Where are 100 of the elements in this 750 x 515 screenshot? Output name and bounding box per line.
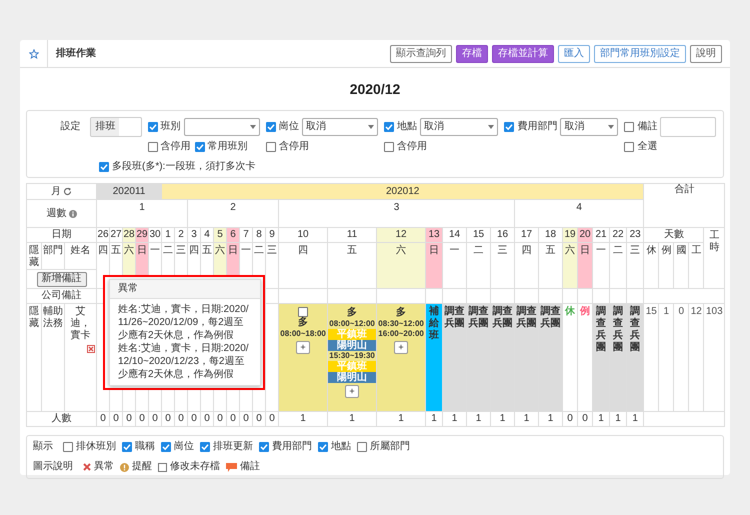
checkbox-label: 職稱 — [135, 441, 155, 453]
count-cell: 1 — [426, 412, 443, 426]
weekday-cell: 五 — [328, 242, 377, 288]
toolbar-button[interactable]: 顯示查詢列 — [390, 44, 452, 62]
weekday-cell: 三 — [490, 242, 515, 288]
checkbox-label: 班別 — [160, 121, 181, 133]
count-cell: 0 — [122, 412, 136, 426]
shift-time: 16:00~20:00 — [378, 329, 424, 339]
weekday-cell: 四 — [514, 242, 539, 288]
column-header: 例 — [658, 242, 674, 288]
weekday-cell: 六 — [562, 242, 578, 288]
weekday-cell: 日 — [578, 242, 593, 288]
count-cell: 1 — [610, 412, 627, 426]
header-label: 月 — [51, 186, 61, 198]
count-cell: 0 — [200, 412, 214, 426]
shift-label: 多 — [396, 307, 406, 319]
weekday-cell: 三 — [266, 242, 279, 288]
count-cell: 0 — [188, 412, 201, 426]
checkbox-label: 地點 — [397, 121, 418, 133]
checkbox-label: 備註 — [637, 121, 658, 133]
date-cell: 10 — [278, 228, 328, 242]
select-field[interactable]: 取消 — [420, 118, 498, 136]
checkbox-label: 所屬部門 — [370, 441, 410, 453]
column-header: 休 — [644, 242, 659, 288]
count-cell: 1 — [466, 412, 491, 426]
total-cell: 103 — [704, 304, 725, 412]
weekday-cell: 一 — [442, 242, 467, 288]
shift-cell: 補給班 — [426, 304, 443, 412]
employee-name: 艾迪，實卡 — [70, 306, 92, 342]
count-cell: 1 — [626, 412, 644, 426]
legend-item-label: 修改未存檔 — [170, 461, 220, 473]
count-cell: 0 — [96, 412, 110, 426]
shift-label: 多 — [347, 307, 358, 319]
count-cell: 0 — [174, 412, 188, 426]
shift-time: 08:00~12:00 — [329, 319, 375, 328]
shift-cell: 調查兵團 — [490, 304, 515, 412]
tooltip-title: 異常 — [110, 280, 260, 299]
weekday-cell: 六 — [376, 242, 426, 288]
legend-item-label: 提醒 — [132, 461, 152, 473]
shift-tag: 陽明山 — [328, 340, 376, 351]
toolbar-button[interactable]: 部門常用班別設定 — [594, 44, 686, 62]
shift-label: 多 — [298, 317, 308, 329]
shift-cell: 調查兵團 — [442, 304, 467, 412]
checkbox-label: 含停用 — [278, 141, 309, 153]
add-button[interactable]: + — [345, 385, 360, 398]
count-cell: 0 — [110, 412, 123, 426]
count-cell: 0 — [148, 412, 162, 426]
checkbox-label: 常用班別 — [208, 141, 248, 153]
column-header: 國 — [674, 242, 689, 288]
shift-tag: 陽明山 — [328, 372, 376, 383]
count-cell: 0 — [136, 412, 149, 426]
count-cell: 1 — [278, 412, 328, 426]
rest-day-label: 休 — [562, 304, 578, 412]
weekday-cell: 一 — [592, 242, 610, 288]
mode-field[interactable]: 排班 — [90, 117, 142, 137]
checkbox-label: 崗位 — [278, 121, 299, 133]
weekday-cell: 日 — [426, 242, 443, 288]
add-button[interactable]: + — [296, 341, 310, 354]
checkbox-label: 含停用 — [160, 141, 191, 153]
select-field[interactable]: 取消 — [560, 118, 618, 136]
select-field[interactable]: 取消 — [302, 118, 378, 136]
toolbar-button[interactable]: 說明 — [690, 44, 722, 62]
count-cell: 1 — [442, 412, 467, 426]
shift-time: 15:30~19:30 — [329, 351, 375, 360]
weekday-cell: 二 — [466, 242, 491, 288]
count-cell: 1 — [328, 412, 377, 426]
count-cell: 1 — [514, 412, 539, 426]
count-cell: 1 — [376, 412, 426, 426]
checkbox-label: 費用部門 — [272, 441, 312, 453]
checkbox-label: 費用部門 — [517, 121, 558, 133]
column-header: 工 — [688, 242, 704, 288]
department-cell: 輔助法務 — [42, 304, 64, 412]
legend-label: 圖示說明 — [33, 461, 73, 473]
header-label: 日期 — [26, 228, 97, 242]
date-cell: 11 — [328, 228, 377, 242]
total-cell: 1 — [658, 304, 674, 412]
page-title: 排班作業 — [56, 46, 96, 61]
legend-item-label: 異常 — [94, 461, 114, 473]
column-header: 隱藏 — [26, 242, 42, 270]
count-cell: 0 — [162, 412, 175, 426]
header-label: 人數 — [26, 412, 97, 426]
total-cell: 0 — [674, 304, 689, 412]
checkbox-label: 地點 — [331, 441, 351, 453]
total-cell: 15 — [644, 304, 659, 412]
add-button[interactable]: + — [394, 341, 408, 354]
toolbar-button[interactable]: 匯入 — [558, 44, 590, 62]
count-cell: 1 — [592, 412, 610, 426]
toolbar-button[interactable]: 存檔並計算 — [492, 44, 554, 62]
period-title: 2020/12 — [350, 80, 400, 98]
hide-link[interactable]: 隱藏 — [26, 304, 42, 412]
count-cell: 0 — [214, 412, 227, 426]
add-note-button[interactable]: 新增備註 — [36, 272, 86, 286]
column-header: 部門 — [42, 242, 64, 270]
count-cell: 0 — [240, 412, 253, 426]
toolbar-button[interactable]: 存檔 — [456, 44, 488, 62]
tooltip-text: 姓名:艾迪，實卡，日期:2020/12/10~2020/12/23，每2週至少應有2天休息，作為例假 — [118, 342, 250, 381]
header-label: 天數 — [644, 228, 704, 242]
shift-time: 08:30~12:00 — [378, 319, 424, 329]
weekday-cell: 四 — [278, 242, 328, 288]
shift-time: 08:00~18:00 — [280, 329, 326, 339]
